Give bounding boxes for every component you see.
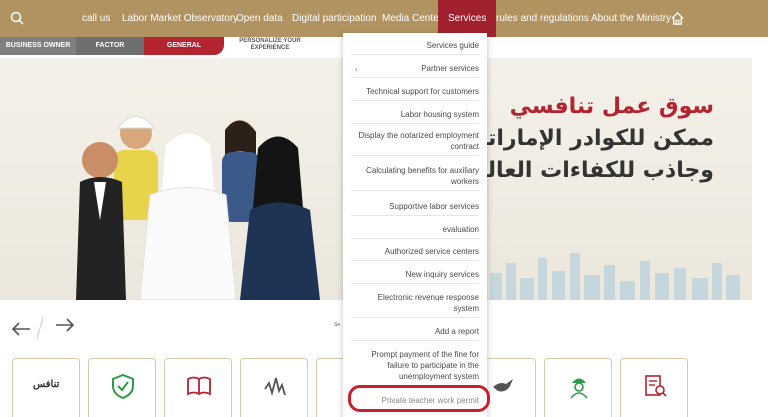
service-card-tanafos[interactable]: تنافس [12,358,80,417]
menu-item-electronic-revenue-response[interactable]: Electronic revenue response system [351,292,479,318]
tab-general[interactable]: GENERAL [144,37,224,55]
nav-labor-market-observatory[interactable]: Labor Market Observatory [122,13,238,24]
bird-icon [493,379,513,392]
menu-item-add-a-report[interactable]: Add a report [351,326,479,341]
city-skyline-image [490,253,740,300]
nav-media-center[interactable]: Media Center [382,13,442,24]
top-navigation-bar: call us Labor Market Observatory Open da… [0,0,768,37]
worker-helmet-icon [570,378,588,399]
menu-item-new-inquiry-services[interactable]: New inquiry services [351,269,479,284]
nav-call-us[interactable]: call us [82,13,110,24]
tab-factor[interactable]: FACTOR [76,37,144,55]
arrow-right-icon[interactable] [54,317,76,333]
home-icon[interactable] [670,11,685,26]
nav-rules-and-regulations[interactable]: rules and regulations [496,13,589,24]
nav-about-the-ministry[interactable]: About the Ministry [591,13,671,24]
menu-item-partner-services[interactable]: Partner services [351,63,479,78]
nav-digital-participation[interactable]: Digital participation [292,13,377,24]
service-card-graph[interactable] [240,358,308,417]
menu-item-notarized-employment-contract[interactable]: Display the notarized employment contrac… [351,130,479,156]
hero-headline-line-1: سوق عمل تنافسي [509,94,714,119]
service-card-document-search[interactable] [620,358,688,417]
service-card-shield[interactable] [88,358,156,417]
menu-item-prompt-payment-fine[interactable]: Prompt payment of the fine for failure t… [351,349,479,386]
tanafos-logo: تنافس [33,379,60,390]
service-card-book[interactable] [164,358,232,417]
highlight-annotation-ring [348,385,490,412]
search-icon[interactable] [10,11,24,25]
menu-item-technical-support[interactable]: Technical support for customers [351,86,479,101]
tab-personalize-experience[interactable]: PERSONALIZE YOUR EXPERIENCE [226,37,314,55]
menu-item-labor-housing-system[interactable]: Labor housing system [351,109,479,124]
partial-label: Se [334,322,341,328]
open-book-icon [187,376,211,396]
nav-open-data[interactable]: Open data [236,13,283,24]
tab-business-owner[interactable]: BUSINESS OWNER [0,37,76,55]
services-dropdown-menu: ‹ Services guide Partner services Techni… [343,33,487,417]
menu-item-services-guide[interactable]: Services guide [351,40,479,55]
menu-item-authorized-service-centers[interactable]: Authorized service centers [351,246,479,261]
hero-headline-line-2: ممكن للكوادر الإماراتية [465,126,714,151]
shield-check-icon [112,373,134,399]
menu-item-supportive-labor-services[interactable]: Supportive labor services [351,201,479,216]
menu-item-evaluation[interactable]: evaluation [351,224,479,239]
hero-headline-line-3: وجاذب للكفاءات العالمية [450,158,714,183]
service-card-worker[interactable] [544,358,612,417]
menu-item-calculating-benefits[interactable]: Calculating benefits for auxiliary worke… [351,165,479,191]
people-group-image [76,116,320,300]
nav-services[interactable]: Services [438,0,497,37]
signal-graph-icon [264,377,286,397]
arrow-divider [36,316,44,340]
arrow-left-icon[interactable] [10,321,32,337]
document-search-icon [645,375,667,397]
